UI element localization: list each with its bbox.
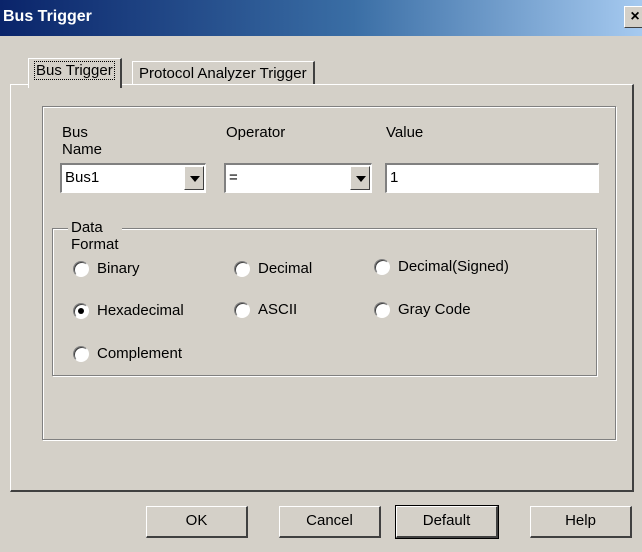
radio-selected-icon <box>73 303 89 319</box>
radio-circle-icon <box>374 259 390 275</box>
cancel-button-label: Cancel <box>306 512 353 529</box>
radio-circle-icon <box>73 346 89 362</box>
tab-protocol-analyzer-trigger-label: Protocol Analyzer Trigger <box>139 65 307 82</box>
default-button-label: Default <box>422 512 471 529</box>
radio-hexadecimal-label: Hexadecimal <box>97 302 184 319</box>
help-button[interactable]: Help <box>530 506 632 538</box>
close-button[interactable]: × <box>624 6 642 28</box>
operator-value: = <box>229 169 238 186</box>
radio-circle-icon <box>374 302 390 318</box>
value-label: Value <box>386 124 424 141</box>
title-bar: Bus Trigger × <box>0 0 642 36</box>
value-input-text: 1 <box>390 169 399 186</box>
radio-decimal-label: Decimal <box>258 260 313 277</box>
chevron-down-icon[interactable] <box>350 166 370 190</box>
close-icon: × <box>630 8 640 25</box>
operator-dropdown[interactable]: = <box>224 163 372 193</box>
ok-button[interactable]: OK <box>146 506 248 538</box>
help-button-label: Help <box>565 512 596 529</box>
value-input[interactable]: 1 <box>385 163 599 193</box>
cancel-button[interactable]: Cancel <box>279 506 381 538</box>
bus-name-value: Bus1 <box>65 169 100 186</box>
radio-circle-icon <box>73 261 89 277</box>
tab-bus-trigger[interactable]: Bus Trigger <box>28 58 122 88</box>
radio-circle-icon <box>234 302 250 318</box>
radio-ascii-label: ASCII <box>258 301 298 318</box>
default-button[interactable]: Default <box>395 505 499 539</box>
radio-circle-icon <box>234 261 250 277</box>
data-format-legend: Data Format <box>68 219 122 253</box>
radio-gray-code-label: Gray Code <box>398 301 471 318</box>
tab-bus-trigger-label: Bus Trigger <box>34 61 115 80</box>
radio-decimal-signed-label: Decimal(Signed) <box>398 258 509 275</box>
window-title: Bus Trigger <box>3 8 92 25</box>
bus-name-dropdown[interactable]: Bus1 <box>60 163 206 193</box>
ok-button-label: OK <box>185 512 208 529</box>
operator-label: Operator <box>226 124 286 141</box>
radio-complement-label: Complement <box>97 345 183 362</box>
radio-binary-label: Binary <box>97 260 140 277</box>
chevron-down-icon[interactable] <box>184 166 204 190</box>
bus-name-label: Bus Name <box>62 124 103 158</box>
